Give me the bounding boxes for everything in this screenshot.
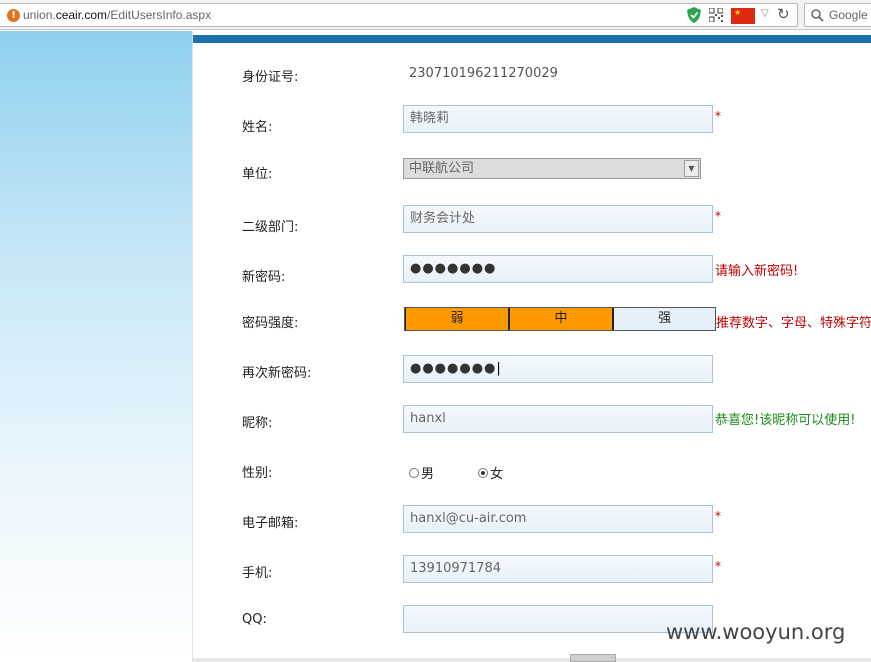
radio-female[interactable] bbox=[478, 468, 489, 478]
strength-strong: 强 bbox=[614, 308, 715, 330]
browser-toolbar: ! union.ceair.com/EditUsersInfo.aspx ★ ▽… bbox=[0, 0, 871, 30]
row-id-number: 身份证号: 230710196211270029 bbox=[193, 59, 871, 89]
new-password-message: 请输入新密码! bbox=[715, 264, 799, 279]
unit-label: 单位: bbox=[242, 167, 273, 182]
row-confirm-password: 再次新密码: ●●●●●●●| bbox=[193, 355, 871, 385]
confirm-password-label: 再次新密码: bbox=[242, 366, 312, 381]
mobile-field[interactable]: 13910971784 bbox=[403, 555, 713, 583]
row-nickname: 昵称: hanxl 恭喜您!该昵称可以使用! bbox=[193, 405, 871, 435]
shield-icon[interactable] bbox=[687, 7, 701, 23]
id-number-label: 身份证号: bbox=[242, 70, 299, 85]
unit-select-value: 中联航公司 bbox=[409, 161, 475, 176]
department-label: 二级部门: bbox=[242, 220, 299, 235]
search-icon bbox=[811, 9, 824, 22]
bottom-scroll-edge bbox=[193, 658, 871, 662]
address-bar[interactable]: ! union.ceair.com/EditUsersInfo.aspx ★ ▽… bbox=[0, 3, 798, 27]
email-required-mark: * bbox=[715, 509, 721, 523]
confirm-password-value: ●●●●●●● bbox=[410, 361, 497, 376]
url-prefix: union. bbox=[23, 8, 56, 22]
url-domain: ceair.com bbox=[55, 8, 108, 22]
chevron-down-icon[interactable]: ▼ bbox=[684, 160, 699, 177]
edit-user-form: 身份证号: 230710196211270029 姓名: 韩晓莉 * 单位: 中… bbox=[193, 31, 871, 662]
nickname-message: 恭喜您!该昵称可以使用! bbox=[715, 413, 856, 428]
gender-female-option[interactable]: 女 bbox=[478, 463, 503, 482]
url-text[interactable]: union.ceair.com/EditUsersInfo.aspx bbox=[23, 8, 211, 22]
row-password-strength: 密码强度: 弱 中 强 推荐数字、字母、特殊字符 bbox=[193, 307, 871, 337]
strength-meter: 弱 中 强 bbox=[404, 307, 716, 331]
row-unit: 单位: 中联航公司 ▼ bbox=[193, 156, 871, 186]
id-number-value: 230710196211270029 bbox=[409, 66, 558, 81]
nickname-label: 昵称: bbox=[242, 416, 273, 431]
new-password-field[interactable]: ●●●●●●● bbox=[403, 255, 713, 283]
strength-label: 密码强度: bbox=[242, 316, 299, 331]
row-new-password: 新密码: ●●●●●●● 请输入新密码! bbox=[193, 255, 871, 285]
confirm-password-field[interactable]: ●●●●●●●| bbox=[403, 355, 713, 383]
mobile-required-mark: * bbox=[715, 559, 721, 573]
row-email: 电子邮箱: hanxl@cu-air.com * bbox=[193, 505, 871, 535]
department-required-mark: * bbox=[715, 209, 721, 223]
email-field[interactable]: hanxl@cu-air.com bbox=[403, 505, 713, 533]
mobile-label: 手机: bbox=[242, 566, 273, 581]
submit-button-partial[interactable] bbox=[570, 654, 616, 662]
department-field[interactable]: 财务会计处 bbox=[403, 205, 713, 233]
strength-hint: 推荐数字、字母、特殊字符 bbox=[716, 316, 871, 331]
gender-radio-group: 男 女 bbox=[409, 463, 503, 482]
strength-weak: 弱 bbox=[406, 308, 508, 330]
url-path: /EditUsersInfo.aspx bbox=[107, 8, 212, 22]
chevron-down-icon[interactable]: ▽ bbox=[761, 8, 769, 19]
row-gender: 性别: 男 女 bbox=[193, 457, 871, 487]
gender-male-option[interactable]: 男 bbox=[409, 463, 434, 482]
qq-label: QQ: bbox=[242, 612, 267, 627]
header-strip bbox=[193, 35, 871, 43]
china-flag-icon[interactable]: ★ bbox=[731, 8, 755, 24]
nickname-field[interactable]: hanxl bbox=[403, 405, 713, 433]
left-decorative-panel bbox=[0, 31, 193, 662]
reload-icon[interactable]: ↻ bbox=[777, 5, 790, 23]
strength-medium: 中 bbox=[510, 308, 612, 330]
gender-female-label: 女 bbox=[490, 467, 504, 482]
watermark: www.wooyun.org bbox=[666, 620, 846, 644]
row-name: 姓名: 韩晓莉 * bbox=[193, 105, 871, 135]
radio-male[interactable] bbox=[409, 468, 419, 478]
search-placeholder: Google bbox=[829, 8, 868, 22]
gender-label: 性别: bbox=[242, 466, 273, 481]
name-field[interactable]: 韩晓莉 bbox=[403, 105, 713, 133]
search-input[interactable]: Google bbox=[804, 3, 871, 27]
unit-select[interactable]: 中联航公司 ▼ bbox=[403, 158, 701, 179]
name-label: 姓名: bbox=[242, 120, 273, 135]
name-required-mark: * bbox=[715, 109, 721, 123]
row-mobile: 手机: 13910971784 * bbox=[193, 555, 871, 585]
gender-male-label: 男 bbox=[421, 467, 435, 482]
row-department: 二级部门: 财务会计处 * bbox=[193, 205, 871, 235]
new-password-label: 新密码: bbox=[242, 270, 286, 285]
site-info-icon[interactable]: ! bbox=[7, 9, 20, 22]
email-label: 电子邮箱: bbox=[242, 516, 299, 531]
qr-code-icon[interactable] bbox=[709, 8, 723, 22]
